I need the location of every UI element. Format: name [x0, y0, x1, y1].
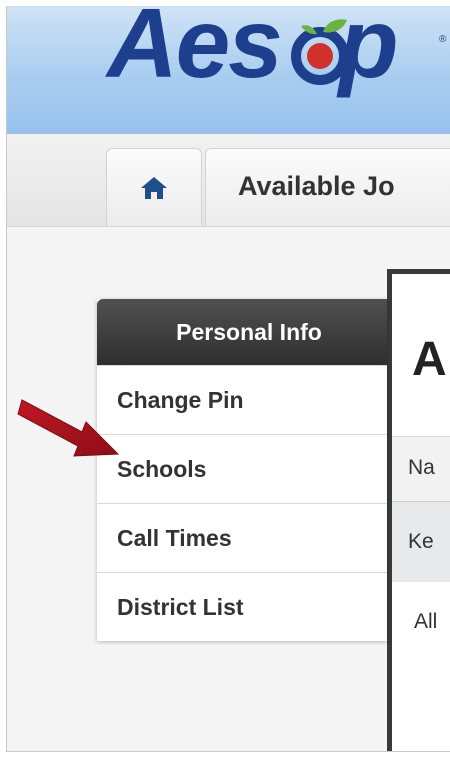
aesop-logo: Aes o p: [107, 6, 399, 92]
annotation-arrow-icon: [17, 399, 120, 457]
menu-header-personal-info[interactable]: Personal Info: [97, 299, 387, 365]
panel-title: A: [412, 333, 447, 386]
top-nav: Available Jo: [7, 134, 450, 227]
menu-item-schools[interactable]: Schools: [97, 434, 387, 503]
menu-item-district-list[interactable]: District List: [97, 572, 387, 641]
column-header-name[interactable]: Na: [392, 436, 450, 502]
table-row[interactable]: All: [392, 582, 450, 662]
available-jobs-panel: A Na Ke All: [387, 269, 450, 751]
screenshot-frame: Aes o p ® Available Jo A Na Ke All: [6, 6, 450, 752]
home-icon: [141, 176, 167, 199]
personal-info-menu: Personal Info Change Pin Schools Call Ti…: [97, 299, 387, 641]
menu-item-call-times[interactable]: Call Times: [97, 503, 387, 572]
logo-apple-o: o: [281, 6, 349, 92]
menu-item-change-pin[interactable]: Change Pin: [97, 365, 387, 434]
tab-available-jobs[interactable]: Available Jo: [205, 148, 450, 226]
table-row[interactable]: Ke: [392, 502, 450, 582]
registered-mark: ®: [439, 34, 447, 45]
app-header: Aes o p ®: [7, 6, 450, 134]
home-tab[interactable]: [106, 148, 202, 226]
apple-icon: [290, 19, 349, 85]
content-area: A Na Ke All Personal Info Change Pin Sch…: [7, 227, 450, 751]
